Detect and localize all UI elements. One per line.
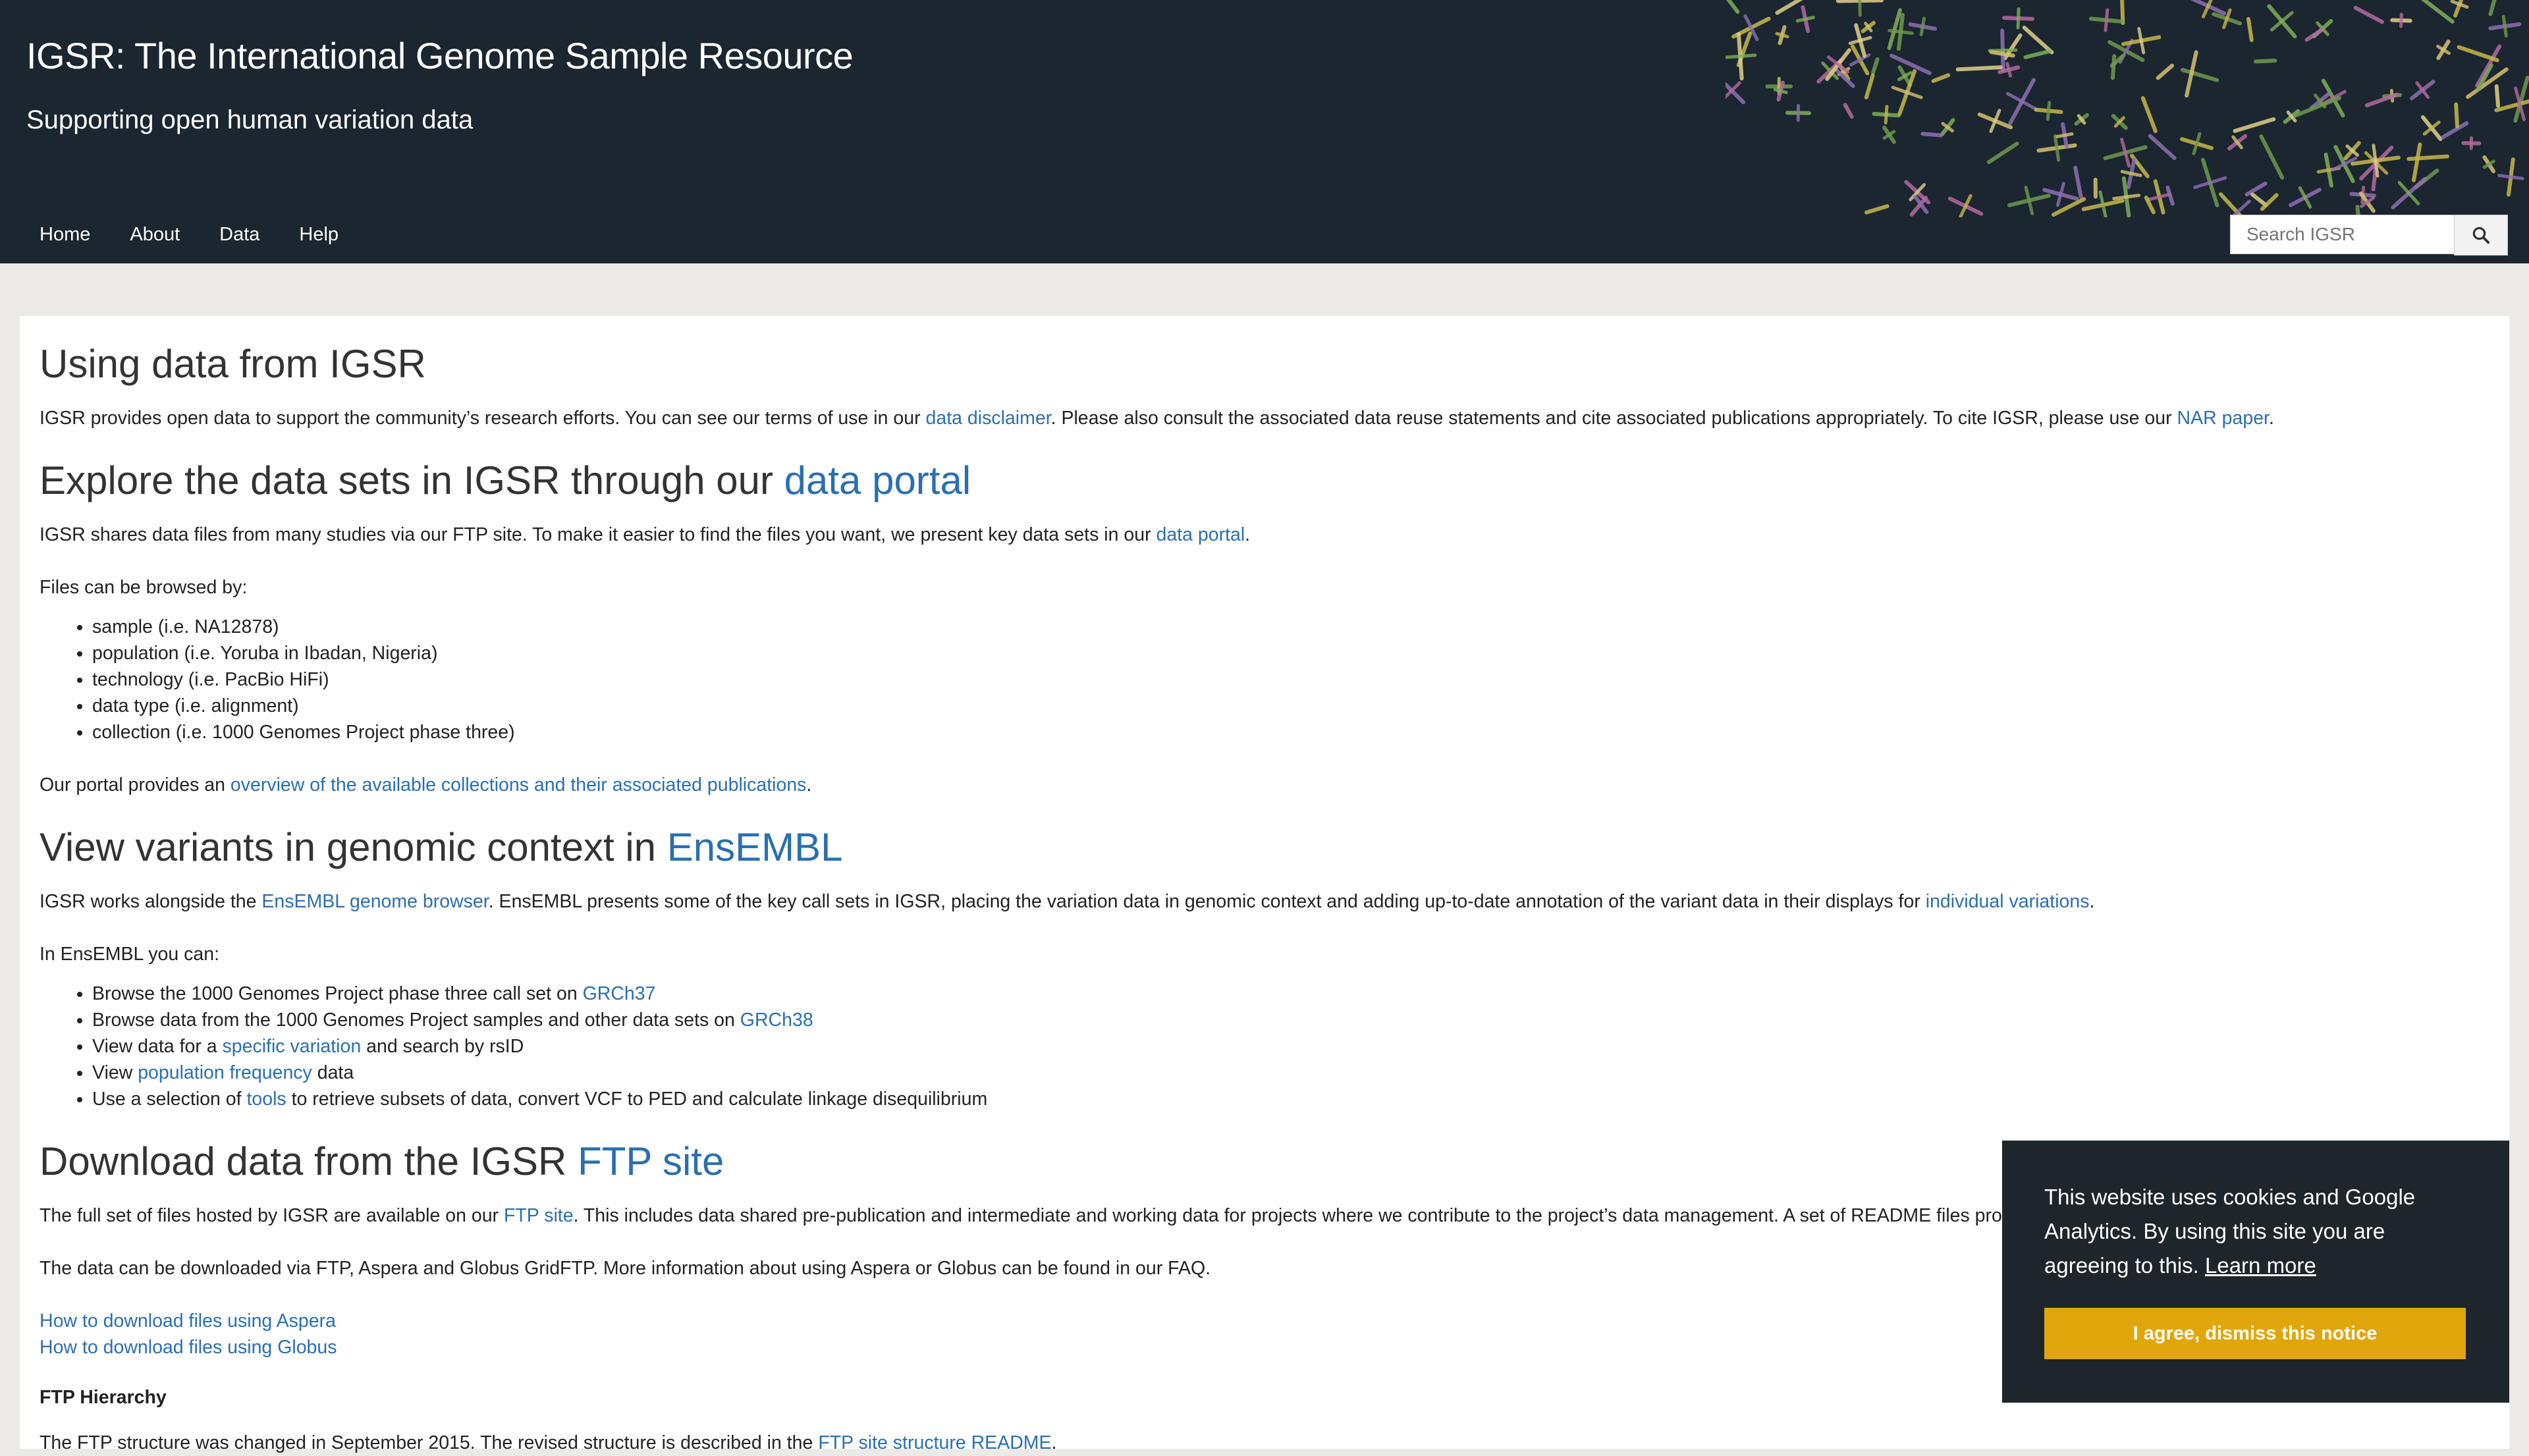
list-item: Browse the 1000 Genomes Project phase th… [92, 981, 2489, 1007]
list-item: data type (i.e. alignment) [92, 693, 2489, 719]
list-item: Use a selection of tools to retrieve sub… [92, 1086, 2489, 1112]
nar-paper-link[interactable]: NAR paper [2177, 408, 2269, 429]
population-frequency-link[interactable]: population frequency [138, 1062, 312, 1083]
nav-home[interactable]: Home [20, 217, 110, 252]
ftp-site-heading-link[interactable]: FTP site [578, 1139, 724, 1183]
ensembl-can-label: In EnsEMBL you can: [40, 941, 2489, 967]
list-item: Browse data from the 1000 Genomes Projec… [92, 1007, 2489, 1033]
chromosome-banner-image [1726, 0, 2529, 217]
search-icon [2471, 225, 2491, 245]
list-item: View data for a specific variation and s… [92, 1033, 2489, 1060]
list-item: collection (i.e. 1000 Genomes Project ph… [92, 719, 2489, 745]
explore-paragraph: IGSR shares data files from many studies… [40, 522, 2489, 548]
search-form [2230, 215, 2508, 256]
ensembl-browser-link[interactable]: EnsEMBL genome browser [261, 891, 488, 912]
specific-variation-link[interactable]: specific variation [223, 1036, 362, 1057]
nav-about[interactable]: About [110, 217, 200, 252]
data-portal-link[interactable]: data portal [1156, 524, 1245, 545]
ensembl-paragraph: IGSR works alongside the EnsEMBL genome … [40, 888, 2489, 915]
grch37-link[interactable]: GRCh37 [583, 983, 656, 1004]
ftp-structure-paragraph: The FTP structure was changed in Septemb… [40, 1430, 2489, 1456]
search-button[interactable] [2454, 215, 2508, 256]
site-header: IGSR: The International Genome Sample Re… [0, 0, 2529, 263]
cookie-banner: This website uses cookies and Google Ana… [2002, 1141, 2509, 1403]
ensembl-heading: View variants in genomic context in EnsE… [40, 824, 2489, 870]
list-item: population (i.e. Yoruba in Ibadan, Niger… [92, 640, 2489, 666]
nav-data[interactable]: Data [200, 217, 279, 252]
intro-paragraph: IGSR provides open data to support the c… [40, 405, 2489, 431]
browse-by-list: sample (i.e. NA12878) population (i.e. Y… [40, 614, 2489, 745]
portal-overview-paragraph: Our portal provides an overview of the a… [40, 772, 2489, 798]
data-disclaimer-link[interactable]: data disclaimer [926, 408, 1051, 429]
site-title[interactable]: IGSR: The International Genome Sample Re… [26, 34, 853, 77]
main-nav: Home About Data Help [20, 217, 358, 252]
explore-heading: Explore the data sets in IGSR through ou… [40, 458, 2489, 503]
list-item: technology (i.e. PacBio HiFi) [92, 666, 2489, 693]
cookie-learn-more-link[interactable]: Learn more [2205, 1253, 2316, 1278]
ensembl-heading-link[interactable]: EnsEMBL [667, 825, 843, 869]
cookie-text: This website uses cookies and Google Ana… [2044, 1180, 2467, 1283]
grch38-link[interactable]: GRCh38 [740, 1010, 813, 1031]
tools-link[interactable]: tools [246, 1089, 286, 1110]
list-item: View population frequency data [92, 1060, 2489, 1086]
cookie-dismiss-button[interactable]: I agree, dismiss this notice [2044, 1308, 2466, 1359]
individual-variations-link[interactable]: individual variations [1926, 891, 2090, 912]
page-title: Using data from IGSR [40, 341, 2489, 387]
site-subtitle: Supporting open human variation data [26, 105, 473, 135]
browse-by-label: Files can be browsed by: [40, 574, 2489, 601]
data-portal-heading-link[interactable]: data portal [784, 458, 971, 502]
search-input[interactable] [2230, 215, 2454, 254]
nav-help[interactable]: Help [279, 217, 358, 252]
ensembl-features-list: Browse the 1000 Genomes Project phase th… [40, 981, 2489, 1112]
ftp-site-link[interactable]: FTP site [504, 1205, 574, 1226]
collections-overview-link[interactable]: overview of the available collections an… [231, 774, 807, 795]
ftp-readme-link[interactable]: FTP site structure README [818, 1432, 1051, 1453]
list-item: sample (i.e. NA12878) [92, 614, 2489, 640]
